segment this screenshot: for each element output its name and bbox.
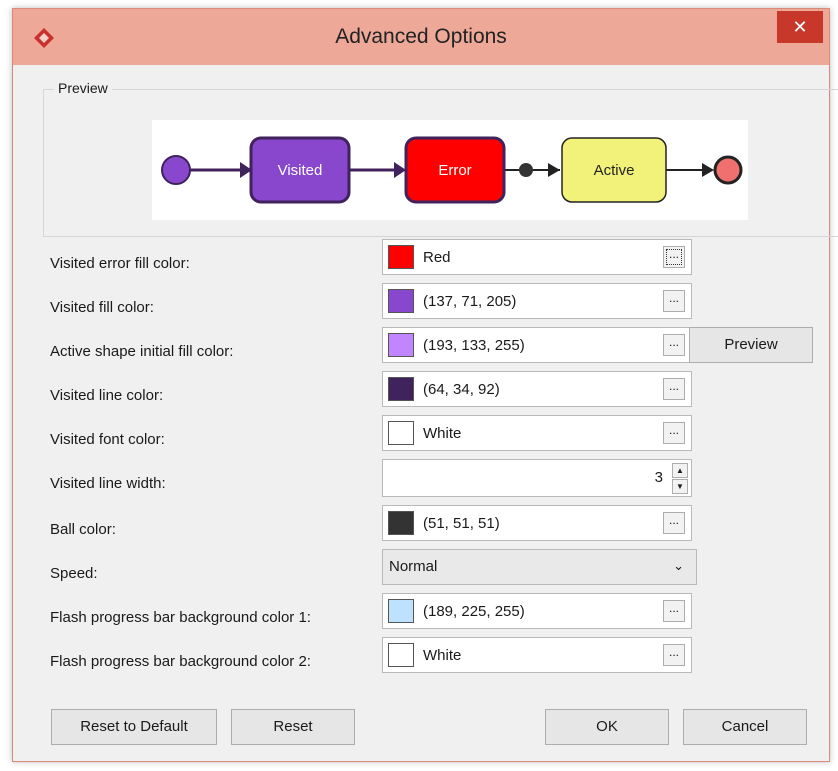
dialog-title: Advanced Options [335,25,507,48]
visited-font-color-swatch [388,421,414,445]
arrow-head-3 [548,163,560,177]
flash-bg-color-2-field: White ... [382,637,692,673]
reset-button[interactable]: Reset [231,709,355,745]
flash-bg-color-2-browse-button[interactable]: ... [663,644,685,666]
visited-error-fill-field: Red ... [382,239,692,275]
visited-font-color-browse-button[interactable]: ... [663,422,685,444]
ball-color-browse-button[interactable]: ... [663,512,685,534]
flash-bg-color-1-swatch [388,599,414,623]
chevron-down-icon: ⌄ [673,558,684,573]
visited-font-color-label: Visited font color: [50,431,165,448]
active-shape-fill-field: (193, 133, 255) ... [382,327,692,363]
close-button[interactable]: ✕ [777,11,823,43]
node-visited-label: Visited [278,162,323,179]
visited-line-width-label: Visited line width: [50,475,166,492]
visited-fill-value: (137, 71, 205) [423,293,517,310]
flash-bg-color-2-swatch [388,643,414,667]
preview-diagram: Visited Error Active [161,136,743,204]
ball-color-value: (51, 51, 51) [423,515,500,532]
visited-line-color-label: Visited line color: [50,387,164,404]
visited-line-color-value: (64, 34, 92) [423,381,500,398]
preview-button[interactable]: Preview [689,327,813,363]
visited-fill-browse-button[interactable]: ... [663,290,685,312]
flash-bg-color-1-field: (189, 225, 255) ... [382,593,692,629]
arrow-head-2 [394,162,406,178]
visited-line-color-field: (64, 34, 92) ... [382,371,692,407]
reset-to-default-button[interactable]: Reset to Default [51,709,217,745]
speed-value: Normal [389,558,438,575]
flash-bg-color-1-value: (189, 225, 255) [423,603,525,620]
visited-error-fill-browse-button[interactable]: ... [663,246,685,268]
visited-line-color-swatch [388,377,414,401]
ball-color-swatch [388,511,414,535]
ok-button[interactable]: OK [545,709,669,745]
visited-font-color-field: White ... [382,415,692,451]
flash-bg-color-2-label: Flash progress bar background color 2: [50,653,311,670]
title-bar[interactable]: Advanced Options ✕ [13,9,829,65]
arrow-head-4 [702,163,714,177]
start-node [161,155,191,185]
ball-color-label: Ball color: [50,521,116,538]
visited-line-width-value: 3 [654,469,663,486]
active-shape-fill-value: (193, 133, 255) [423,337,525,354]
flash-bg-color-2-value: White [423,647,462,664]
cancel-button[interactable]: Cancel [683,709,807,745]
visited-fill-swatch [388,289,414,313]
node-active-label: Active [594,162,635,179]
active-shape-fill-label: Active shape initial fill color: [50,343,234,360]
close-icon: ✕ [792,17,808,37]
node-error-label: Error [438,162,471,179]
ball-color-field: (51, 51, 51) ... [382,505,692,541]
end-node [713,155,743,185]
visited-error-fill-label: Visited error fill color: [50,255,190,272]
visited-error-fill-swatch [388,245,414,269]
advanced-options-dialog: Advanced Options ✕ Preview Visited Error… [12,8,838,762]
ball-marker [519,163,533,177]
visited-fill-field: (137, 71, 205) ... [382,283,692,319]
active-shape-fill-swatch [388,333,414,357]
preview-group: Preview Visited Error Active [43,80,838,237]
speed-select[interactable]: Normal ⌄ [382,549,697,585]
preview-group-label: Preview [54,80,112,96]
flash-bg-color-1-label: Flash progress bar background color 1: [50,609,311,626]
speed-label: Speed: [50,565,98,582]
visited-line-width-spinner[interactable]: 3 ▲ ▼ [382,459,692,497]
active-shape-fill-browse-button[interactable]: ... [663,334,685,356]
visited-error-fill-value: Red [423,249,451,266]
preview-canvas: Visited Error Active [152,120,748,220]
visited-fill-label: Visited fill color: [50,299,154,316]
visited-font-color-value: White [423,425,462,442]
spin-down-icon[interactable]: ▼ [672,479,688,494]
spin-up-icon[interactable]: ▲ [672,463,688,478]
flash-bg-color-1-browse-button[interactable]: ... [663,600,685,622]
visited-line-color-browse-button[interactable]: ... [663,378,685,400]
